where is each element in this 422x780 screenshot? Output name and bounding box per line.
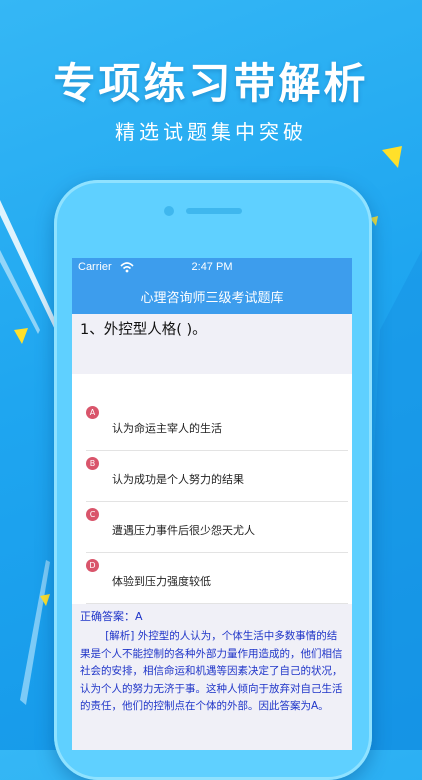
option-b-badge: B	[86, 457, 99, 470]
promo-headline: 专项练习带解析	[53, 59, 369, 108]
promo-subline: 精选试题集中突破	[115, 120, 307, 144]
option-c-text: 遭遇压力事件后很少怨天尤人	[112, 524, 255, 537]
phone-camera	[164, 206, 174, 216]
option-d[interactable]: D 体验到压力强度较低	[86, 553, 348, 604]
option-a[interactable]: A 认为命运主宰人的生活	[86, 400, 348, 451]
question-text: 1、外控型人格( )。	[80, 322, 207, 338]
option-c-badge: C	[86, 508, 99, 521]
question-panel: 1、外控型人格( )。	[72, 314, 352, 374]
option-b-text: 认为成功是个人努力的结果	[112, 473, 244, 486]
option-a-text: 认为命运主宰人的生活	[112, 422, 222, 435]
answer-panel: 正确答案：A [解析] 外控型的人认为，个体生活中多数事情的结果是个人不能控制的…	[72, 604, 352, 750]
answer-analysis: [解析] 外控型的人认为，个体生活中多数事情的结果是个人不能控制的各种外部力量作…	[80, 630, 343, 712]
status-bar: Carrier 2:47 PM	[72, 258, 352, 278]
phone-speaker	[186, 208, 242, 214]
spacer	[72, 374, 352, 400]
option-b[interactable]: B 认为成功是个人努力的结果	[86, 451, 348, 502]
option-d-text: 体验到压力强度较低	[112, 575, 211, 588]
nav-title: 心理咨询师三级考试题库	[140, 290, 284, 306]
app-screen: Carrier 2:47 PM 心理咨询师三级考试题库 1、外控型人格( )。 …	[72, 258, 352, 750]
option-d-badge: D	[86, 559, 99, 572]
nav-bar: 心理咨询师三级考试题库	[72, 278, 352, 314]
option-a-badge: A	[86, 406, 99, 419]
correct-answer-label: 正确答案：A	[80, 610, 143, 623]
option-c[interactable]: C 遭遇压力事件后很少怨天尤人	[86, 502, 348, 553]
status-time: 2:47 PM	[191, 261, 233, 273]
